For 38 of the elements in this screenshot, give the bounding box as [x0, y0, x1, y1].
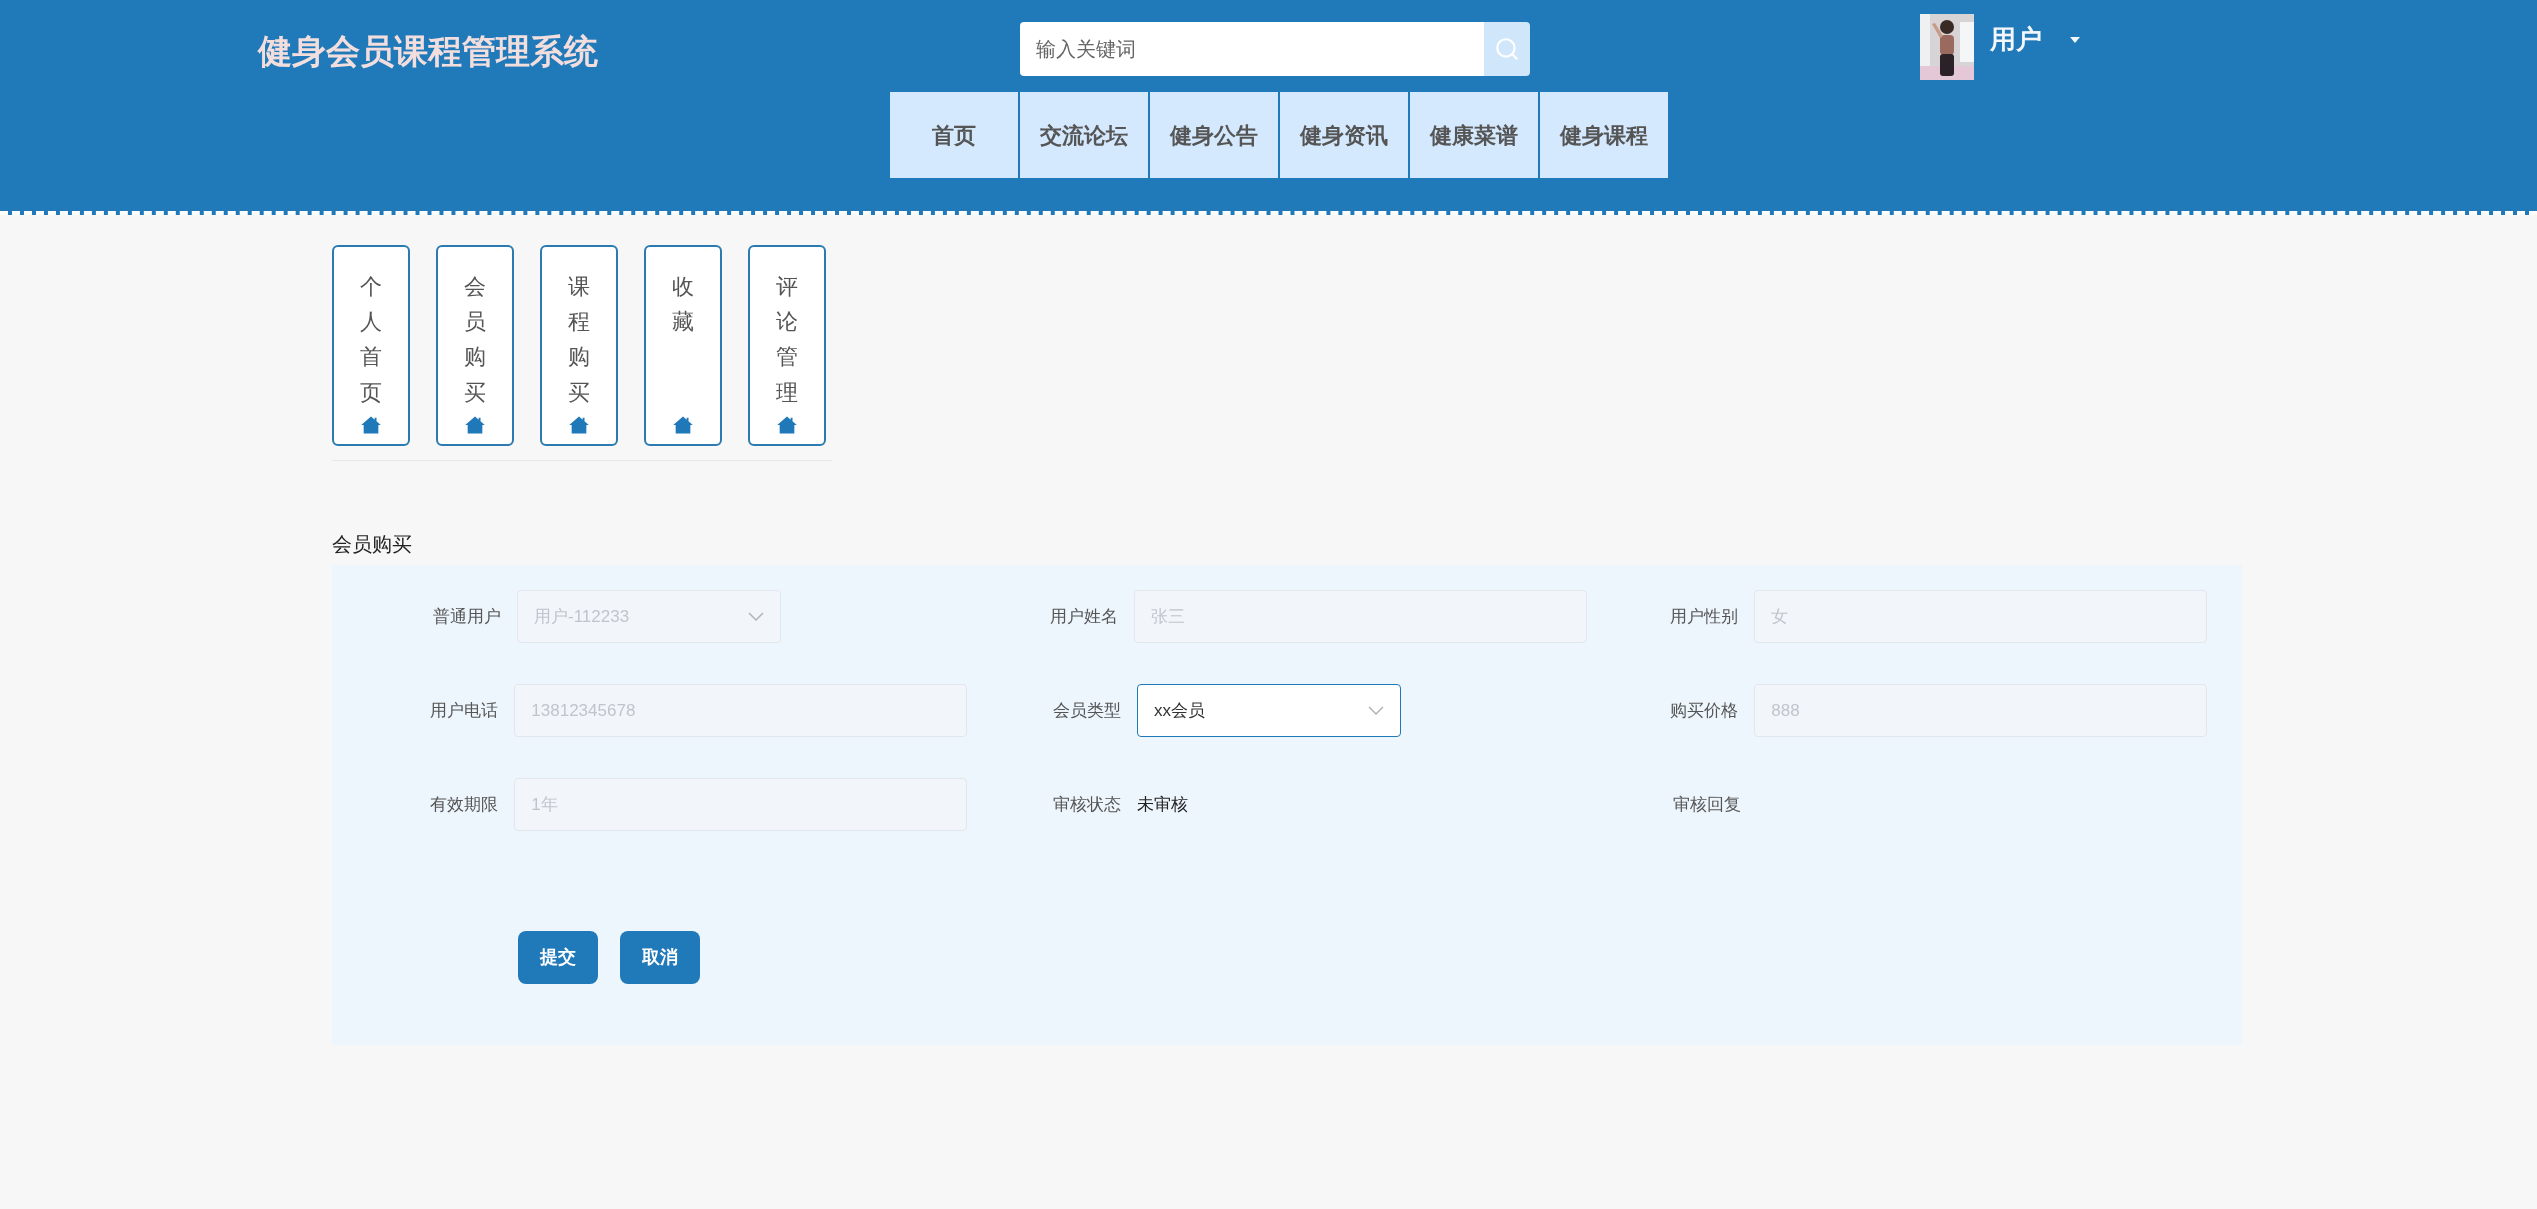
form-button[interactable]: 取消: [620, 931, 700, 984]
form-title: 会员购买: [332, 532, 413, 557]
side-tile[interactable]: 收藏: [644, 245, 722, 446]
field-label: 审核回复: [1672, 793, 1742, 816]
chevron-icon: [1368, 706, 1384, 715]
nav-tab[interactable]: 健身课程: [1539, 92, 1668, 178]
search-icon: [1494, 36, 1520, 62]
caret-icon: [2070, 36, 2080, 43]
nav-tab[interactable]: 健身公告: [1149, 92, 1278, 178]
user-menu[interactable]: 用户: [1990, 20, 2080, 59]
select-field[interactable]: xx会员: [1137, 684, 1401, 737]
nav-tab[interactable]: 健身资讯: [1279, 92, 1408, 178]
field-label: 购买价格: [1669, 699, 1740, 722]
field-label: 会员类型: [1052, 699, 1122, 722]
side-tile[interactable]: 会员购买: [436, 245, 514, 446]
side-tile[interactable]: 评论管理: [748, 245, 826, 446]
home-icon: [672, 415, 694, 435]
field-label: 用户姓名: [1049, 605, 1120, 628]
home-icon: [464, 415, 486, 435]
home-icon: [568, 415, 590, 435]
nav-tab[interactable]: 健康菜谱: [1409, 92, 1538, 178]
field-label: 用户电话: [429, 699, 500, 722]
field-label: 用户性别: [1669, 605, 1740, 628]
side-tile[interactable]: 个人首页: [332, 245, 410, 446]
home-icon: [776, 415, 798, 435]
nav-tab[interactable]: 首页: [889, 92, 1018, 178]
side-tile[interactable]: 课程购买: [540, 245, 618, 446]
field-label: 审核状态: [1052, 793, 1122, 816]
search-field[interactable]: 输入关键词: [1020, 22, 1484, 76]
chevron-icon: [748, 612, 764, 621]
field-label: 普通用户: [432, 605, 502, 628]
form-button[interactable]: 提交: [518, 931, 598, 984]
field-label: 有效期限: [429, 793, 500, 816]
status-text: 未审核: [1137, 793, 1188, 816]
search-button[interactable]: [1484, 22, 1530, 76]
nav-tab[interactable]: 交流论坛: [1019, 92, 1148, 178]
site-title: 健身会员课程管理系统: [258, 32, 598, 70]
home-icon: [360, 415, 382, 435]
